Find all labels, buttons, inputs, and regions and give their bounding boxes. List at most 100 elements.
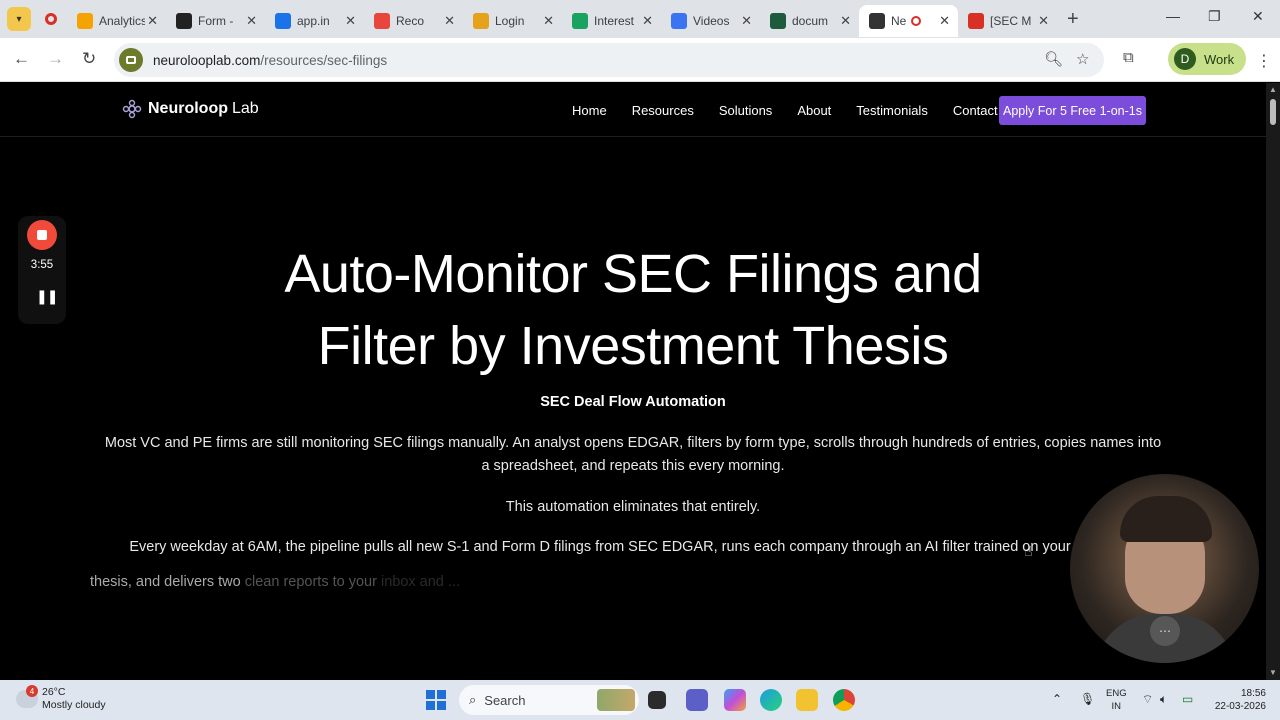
apply-cta-button[interactable]: Apply For 5 Free 1-on-1s (999, 96, 1146, 125)
microphone-icon[interactable]: 🎙︎ (1080, 692, 1095, 706)
tab-favicon-icon (770, 13, 786, 29)
webcam-options-icon[interactable]: ⋯ (1150, 616, 1180, 646)
webcam-person-hair (1120, 496, 1212, 542)
zoom-icon[interactable]: 🔍︎ (1044, 50, 1063, 68)
stop-recording-button[interactable] (27, 220, 57, 250)
nav-link-resources[interactable]: Resources (632, 103, 694, 118)
hero-title-line-1: Auto-Monitor SEC Filings and (284, 244, 982, 304)
url-text[interactable]: neurolooplab.com/resources/sec-filings (153, 53, 387, 68)
pause-recording-icon[interactable]: ❚❚ (36, 288, 58, 305)
page-scrollbar[interactable]: ▲ ▼ (1266, 83, 1280, 680)
site-info-icon[interactable] (119, 48, 143, 72)
nav-link-testimonials[interactable]: Testimonials (856, 103, 928, 118)
close-window-icon[interactable]: ✕ (1252, 8, 1264, 25)
browser-tab[interactable]: app.in ✕ (265, 5, 364, 37)
browser-tab[interactable]: Ne ✕ (859, 5, 958, 37)
tab-close-icon[interactable]: ✕ (543, 13, 554, 29)
tab-label: Interest (594, 14, 635, 28)
edge-icon[interactable] (760, 689, 782, 711)
tab-close-icon[interactable]: ✕ (147, 13, 158, 29)
tab-favicon-icon (77, 13, 93, 29)
browser-tab[interactable]: Login ✕ (463, 5, 562, 37)
taskbar-search[interactable]: ⌕ Search (459, 685, 639, 715)
logo-light-text: Lab (232, 100, 259, 117)
bookmark-star-icon[interactable]: ☆ (1076, 50, 1089, 68)
tab-label: [SEC M (990, 14, 1032, 28)
weather-widget[interactable]: 4 26°C Mostly cloudy (16, 685, 106, 712)
tab-close-icon[interactable]: ✕ (939, 13, 950, 29)
tab-label: Reco (396, 14, 425, 28)
site-navbar: Neuroloop Lab Home Resources Solutions About… (0, 83, 1266, 137)
tab-label: docum (792, 14, 829, 28)
scroll-down-icon[interactable]: ▼ (1269, 668, 1277, 677)
language-indicator[interactable]: ENG IN (1106, 687, 1127, 713)
tab-favicon-icon (671, 13, 687, 29)
teams-icon[interactable] (686, 689, 708, 711)
browser-tab[interactable]: Reco ✕ (364, 5, 463, 37)
tab-label: Videos (693, 14, 730, 28)
record-tab-icon[interactable] (41, 9, 61, 29)
tab-favicon-icon (275, 13, 291, 29)
wifi-icon[interactable]: ⌔ (1142, 692, 1153, 707)
tab-close-icon[interactable]: ✕ (246, 13, 257, 29)
webcam-overlay[interactable]: ⋯ (1070, 474, 1259, 663)
nav-link-contact[interactable]: Contact (953, 103, 998, 118)
tab-label: Form - (198, 14, 234, 28)
tab-label: app.in (297, 14, 330, 28)
screen-recorder-widget: 3:55 ❚❚ (18, 216, 66, 324)
browser-tab[interactable]: docum ✕ (760, 5, 859, 37)
search-label: Search (484, 692, 526, 708)
tray-overflow-icon[interactable]: ⌃ (1052, 692, 1062, 706)
search-icon: ⌕ (469, 692, 477, 707)
battery-icon[interactable]: ▭ (1182, 692, 1193, 706)
url-path: /resources/sec-filings (260, 52, 388, 68)
browser-tab[interactable]: Interest ✕ (562, 5, 661, 37)
tab-close-icon[interactable]: ✕ (345, 13, 356, 29)
tab-search-icon[interactable]: ▾ (7, 7, 31, 31)
tab-close-icon[interactable]: ✕ (1038, 13, 1049, 29)
browser-tab[interactable]: Form - ✕ (166, 5, 265, 37)
tab-close-icon[interactable]: ✕ (840, 13, 851, 29)
hand-cursor-icon: ☝ (1024, 543, 1033, 559)
eliminates-paragraph: This automation eliminates that entirely… (505, 499, 761, 515)
task-view-icon[interactable] (648, 691, 666, 709)
reload-icon[interactable]: ↻ (82, 49, 96, 69)
intro-paragraph: Most VC and PE firms are still monitorin… (104, 435, 1162, 474)
site-logo[interactable]: Neuroloop Lab (122, 99, 259, 119)
scroll-up-icon[interactable]: ▲ (1269, 85, 1277, 94)
copilot-icon[interactable] (724, 689, 746, 711)
nav-link-home[interactable]: Home (572, 103, 607, 118)
browser-menu-icon[interactable]: ⋮ (1256, 51, 1272, 71)
tab-close-icon[interactable]: ✕ (642, 13, 653, 29)
browser-toolbar: ← → ↻ neurolooplab.com/resources/sec-fil… (0, 38, 1280, 82)
scroll-thumb[interactable] (1270, 99, 1276, 125)
tab-close-icon[interactable]: ✕ (444, 13, 455, 29)
back-icon[interactable]: ← (13, 49, 30, 69)
system-clock[interactable]: 18:56 22-03-2026 (1210, 687, 1266, 713)
profile-chip[interactable]: D Work (1168, 43, 1246, 75)
volume-icon[interactable]: 🔈︎ (1160, 692, 1167, 707)
windows-start-icon[interactable] (426, 690, 446, 710)
windows-taskbar: 4 26°C Mostly cloudy ⌕ Search ⌃ 🎙︎ ENG IN … (0, 680, 1280, 720)
nav-link-about[interactable]: About (797, 103, 831, 118)
file-explorer-icon[interactable] (796, 689, 818, 711)
browser-tab[interactable]: Videos ✕ (661, 5, 760, 37)
minimize-icon[interactable]: — (1166, 8, 1180, 24)
new-tab-button[interactable]: + (1067, 8, 1079, 31)
browser-tab[interactable]: [SEC M ✕ (958, 5, 1057, 37)
hero-title-line-2: Filter by Investment Thesis (317, 316, 949, 376)
browser-tab[interactable]: Analytics ✕ (67, 5, 166, 37)
fade-text-2: clean reports to your (244, 574, 377, 590)
avatar: D (1174, 48, 1196, 70)
restore-icon[interactable]: ❐ (1208, 8, 1221, 25)
tab-close-icon[interactable]: ✕ (741, 13, 752, 29)
profile-label: Work (1204, 51, 1235, 67)
forward-icon[interactable]: → (47, 49, 64, 69)
extensions-icon[interactable]: ⧉ (1123, 49, 1134, 66)
recording-timer: 3:55 (30, 259, 54, 271)
address-bar[interactable]: neurolooplab.com/resources/sec-filings 🔍… (114, 43, 1104, 77)
tab-favicon-icon (968, 13, 984, 29)
temperature: 26°C (42, 686, 66, 698)
chrome-icon[interactable] (833, 689, 855, 711)
nav-link-solutions[interactable]: Solutions (719, 103, 772, 118)
